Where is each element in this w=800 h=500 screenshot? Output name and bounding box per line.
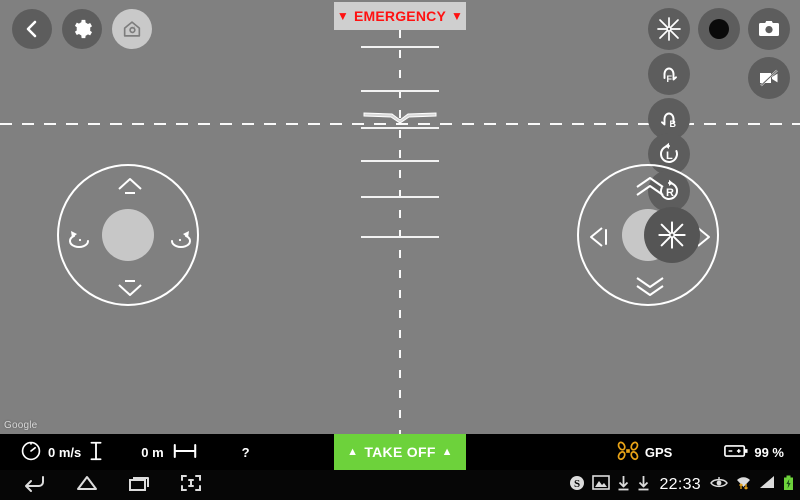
motors-stop-button[interactable] xyxy=(644,207,700,263)
nav-home-icon[interactable] xyxy=(74,473,100,498)
download-icon xyxy=(637,475,650,496)
screenshot-image-icon xyxy=(592,475,611,495)
android-nav-bar: S 22:33 xyxy=(0,470,800,500)
right-joystick[interactable] xyxy=(577,164,719,306)
propeller-icon xyxy=(657,17,681,41)
attitude-indicator-icon xyxy=(362,108,438,124)
chevron-left-icon xyxy=(26,20,37,38)
emergency-triangle-right-icon: ▼ xyxy=(451,9,464,23)
left-joystick-knob[interactable] xyxy=(102,209,154,261)
wifi-icon xyxy=(735,475,752,495)
take-off-label: TAKE OFF xyxy=(364,444,436,460)
skype-icon: S xyxy=(569,475,585,496)
pitch-ladder-bar xyxy=(361,90,439,92)
takeoff-triangle-left-icon: ▲ xyxy=(347,446,359,458)
rotate-left-icon: L xyxy=(660,142,678,163)
pitch-ladder-bar xyxy=(361,127,439,129)
speed-readout: 0 m/s xyxy=(20,440,103,465)
joystick-left-up-icon xyxy=(111,174,149,198)
record-button[interactable] xyxy=(698,8,740,50)
nav-screenshot-icon[interactable] xyxy=(178,473,204,498)
distance-icon xyxy=(172,442,198,463)
signal-icon xyxy=(759,475,776,495)
record-dot-icon xyxy=(709,19,729,39)
take-off-button[interactable]: ▲ TAKE OFF ▲ xyxy=(334,434,466,470)
nav-button-group xyxy=(0,473,204,498)
joystick-left-down-icon xyxy=(111,276,149,300)
takeoff-triangle-right-icon: ▲ xyxy=(441,446,453,458)
nav-recents-icon[interactable] xyxy=(126,473,152,498)
gear-icon xyxy=(74,19,93,39)
propeller-icon xyxy=(658,221,686,249)
quadcopter-icon xyxy=(617,441,639,464)
eye-icon xyxy=(710,476,728,495)
vertical-speed-icon xyxy=(89,440,103,465)
system-status-icons: S 22:33 xyxy=(569,475,794,496)
svg-text:L: L xyxy=(666,150,673,162)
pitch-ladder-bar xyxy=(361,196,439,198)
battery-status: 99 % xyxy=(724,443,784,462)
distance-unknown-value: ? xyxy=(241,444,250,460)
map-attribution: Google xyxy=(4,420,38,431)
back-button[interactable] xyxy=(12,9,52,49)
emergency-triangle-left-icon: ▼ xyxy=(336,9,349,23)
joystick-yaw-left-icon xyxy=(65,223,95,251)
joystick-forward-icon xyxy=(631,176,669,200)
camera-icon xyxy=(759,21,779,36)
drone-control-app: Google ▼ EMERGENCY ▼ F B L R 0 m/s 0 m ?… xyxy=(0,0,800,500)
battery-icon xyxy=(724,443,748,462)
battery-value: 99 % xyxy=(754,444,784,460)
joystick-yaw-right-icon xyxy=(165,223,195,251)
flip-forward-icon: F xyxy=(663,67,677,84)
altitude-value: 0 m xyxy=(141,444,164,460)
emergency-button[interactable]: ▼ EMERGENCY ▼ xyxy=(334,2,466,30)
left-joystick[interactable] xyxy=(57,164,199,306)
joystick-strafe-left-icon xyxy=(585,224,613,250)
svg-text:B: B xyxy=(670,119,677,129)
download-icon xyxy=(617,475,630,496)
gps-label: GPS xyxy=(644,444,673,460)
flip-forward-button[interactable]: F xyxy=(648,53,690,95)
emergency-label: EMERGENCY xyxy=(353,8,447,24)
settings-button[interactable] xyxy=(62,9,102,49)
nav-back-icon[interactable] xyxy=(22,473,48,498)
speed-value: 0 m/s xyxy=(48,444,82,460)
video-toggle-button[interactable] xyxy=(748,57,790,99)
joystick-backward-icon xyxy=(631,274,669,298)
home-icon xyxy=(123,21,141,37)
altitude-readout: 0 m xyxy=(141,442,197,463)
system-clock: 22:33 xyxy=(659,476,701,493)
photo-button[interactable] xyxy=(748,8,790,50)
pitch-ladder-bar xyxy=(361,236,439,238)
pitch-ladder-bar xyxy=(361,160,439,162)
battery-icon xyxy=(783,475,794,496)
svg-text:F: F xyxy=(667,74,673,84)
svg-text:S: S xyxy=(574,478,580,490)
flip-backward-icon: B xyxy=(661,112,677,129)
video-off-icon xyxy=(760,69,778,87)
speedometer-icon xyxy=(20,440,42,465)
motors-toggle-button[interactable] xyxy=(648,8,690,50)
return-home-button[interactable] xyxy=(112,9,152,49)
pitch-ladder-bar xyxy=(361,46,439,48)
gps-status: GPS xyxy=(617,441,672,464)
